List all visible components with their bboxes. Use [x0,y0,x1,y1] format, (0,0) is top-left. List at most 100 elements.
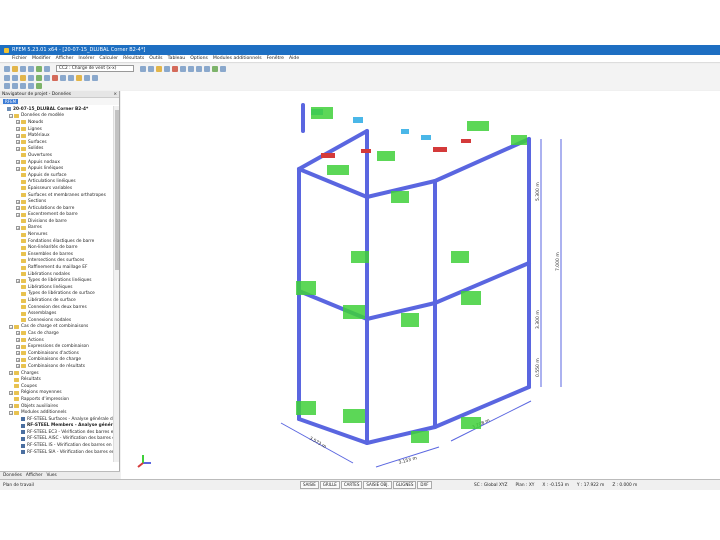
tree-item[interactable]: RF-STEEL Surfaces - Analyse générale de [0,416,113,423]
navigator-tab[interactable]: Vues [47,473,57,478]
view-y-icon[interactable] [188,65,194,72]
new-file-icon[interactable] [4,65,10,72]
menu-item[interactable]: Modules additionnels [213,56,262,61]
tree-item[interactable]: + Combinaisons d'actions [0,350,113,357]
tree-item[interactable]: 20-07-15_DLUBAL Corner B2-4* [0,106,113,113]
expand-icon[interactable]: + [9,390,13,395]
tree-item[interactable]: Libérations linéiques [0,284,113,291]
tree-item[interactable]: Divisions de barre [0,218,113,225]
tree-item[interactable]: + Articulations de barre [0,205,113,212]
expand-icon[interactable]: + [16,199,20,204]
expand-icon[interactable]: − [9,324,13,329]
menu-item[interactable]: Fichier [12,56,27,61]
tree-item[interactable]: Connexions nodales [0,317,113,324]
tree-item[interactable]: − Modules additionnels [0,409,113,416]
calculate-icon[interactable] [36,65,42,72]
tree-item[interactable]: − Cas de charge et combinaisons [0,324,113,331]
tree-item[interactable]: Libérations de surface [0,297,113,304]
expand-icon[interactable]: + [9,404,13,409]
tree-item[interactable]: + Expressions de combinaison [0,343,113,350]
tree-item[interactable]: Appuis de surface [0,172,113,179]
previous-icon[interactable] [140,65,146,72]
tree-item[interactable]: Assemblages [0,310,113,317]
menu-item[interactable]: Outils [149,56,162,61]
surface-icon[interactable] [28,74,34,81]
tree-item[interactable]: + Appuis linéiques [0,165,113,172]
status-toggle-button[interactable]: SAISIE [300,481,319,489]
view-z-icon[interactable] [196,65,202,72]
next-icon[interactable] [148,65,154,72]
expand-icon[interactable]: + [16,278,20,283]
results-icon[interactable] [44,65,50,72]
scrollbar-thumb[interactable] [115,110,119,270]
expand-icon[interactable]: + [16,120,20,125]
expand-icon[interactable]: + [16,160,20,165]
menu-item[interactable]: Options [190,56,208,61]
tree-item[interactable]: Coupes [0,383,113,390]
tree-item[interactable]: + Solides [0,146,113,153]
tree-item[interactable]: RF-STEEL AISC - Vérification des barres … [0,436,113,443]
expand-icon[interactable]: + [16,338,20,343]
expand-icon[interactable]: + [16,166,20,171]
tree-item[interactable]: − Données de modèle [0,113,113,120]
expand-icon[interactable]: + [16,344,20,349]
expand-icon[interactable]: + [16,351,20,356]
grid-icon[interactable] [92,74,98,81]
tree-item[interactable]: Non-linéarités de barre [0,244,113,251]
navigator-tab[interactable]: Afficher [26,473,43,478]
display-icon[interactable] [156,65,162,72]
rotate-icon[interactable] [12,83,18,89]
tree-item[interactable]: Ouvertures [0,152,113,159]
structure-drawing[interactable]: 5.300 m 3.300 m 0.550 m 7.000 m 3.573 m … [121,91,720,479]
move-icon[interactable] [4,83,10,89]
tree-item[interactable]: Raffinement du maillage EF [0,264,113,271]
tree-item[interactable]: + Combinaisons de charge [0,357,113,364]
print-icon[interactable] [28,65,34,72]
save-icon[interactable] [20,65,26,72]
support-icon[interactable] [36,74,42,81]
navigator-scrollbar[interactable] [113,106,119,462]
tree-item[interactable]: RF-STEEL SIA - Vérification des barres e… [0,449,113,456]
tree-item[interactable]: Fondations élastiques de barre [0,238,113,245]
navigator-root-tab[interactable]: RFEM [3,99,19,104]
load-icon[interactable] [52,74,58,81]
mirror-icon[interactable] [20,83,26,89]
navigator-tab[interactable]: Données [3,473,22,478]
status-toggle-button[interactable]: GLIGNES [392,481,417,489]
tree-item[interactable]: RF-STEEL IS - Vérification des barres en [0,442,113,449]
menu-item[interactable]: Résultats [123,56,144,61]
tree-item[interactable]: + Charges [0,370,113,377]
zoom-all-icon[interactable] [220,65,226,72]
tree-item[interactable]: + Surfaces [0,139,113,146]
tree-item[interactable]: Surfaces et membranes orthotropes [0,192,113,199]
section-icon[interactable] [68,74,74,81]
tree-item[interactable]: + Nœuds [0,119,113,126]
snap-icon[interactable] [84,74,90,81]
expand-icon[interactable]: + [16,331,20,336]
tree-item[interactable]: Rapports d'impression [0,396,113,403]
tree-item[interactable]: + Types de libérations linéiques [0,277,113,284]
guide-icon[interactable] [76,74,82,81]
status-toggle-button[interactable]: DXF [417,481,432,489]
expand-icon[interactable]: − [9,410,13,415]
expand-icon[interactable]: + [16,225,20,230]
expand-icon[interactable]: + [16,127,20,132]
expand-icon[interactable]: + [16,140,20,145]
hinge-icon[interactable] [44,74,50,81]
expand-icon[interactable]: + [16,212,20,217]
expand-icon[interactable]: + [16,206,20,211]
tree-item[interactable]: Résultats [0,376,113,383]
tree-item[interactable]: Intersections des surfaces [0,258,113,265]
tree-item[interactable]: Connexion des deux barres [0,304,113,311]
node-icon[interactable] [4,74,10,81]
tree-item[interactable]: RF-STEEL EC3 - Vérification des barres e… [0,429,113,436]
tree-item[interactable]: + Objets auxiliaires [0,403,113,410]
zoom-icon[interactable] [212,65,218,72]
line-icon[interactable] [12,74,18,81]
menu-item[interactable]: Afficher [56,56,74,61]
menu-item[interactable]: Aide [289,56,299,61]
expand-icon[interactable]: + [16,364,20,369]
tree-item[interactable]: + Combinaisons de résultats [0,363,113,370]
view-iso-icon[interactable] [204,65,210,72]
view-x-icon[interactable] [180,65,186,72]
